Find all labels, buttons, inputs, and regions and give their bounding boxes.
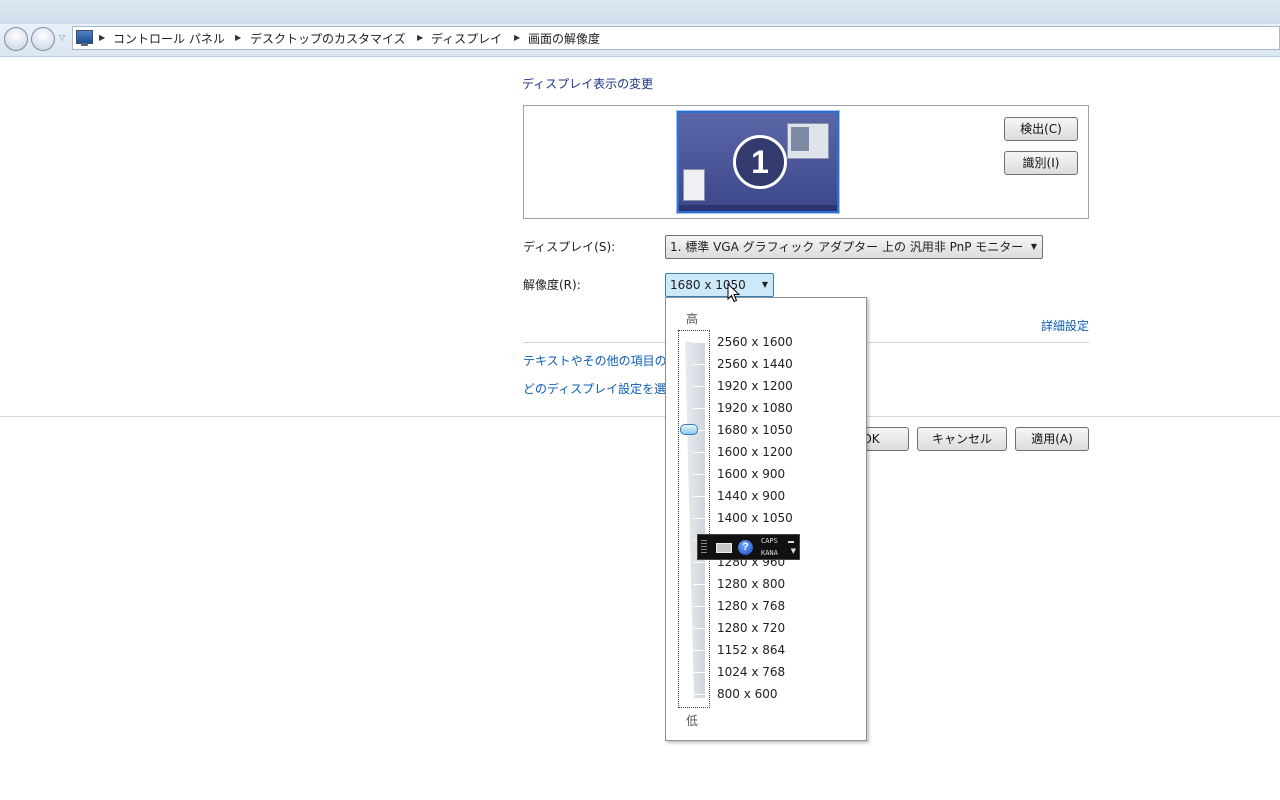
resolution-dropdown[interactable]: 高 2560 x 1600 2560 x 1440 1920 x 1200 1920 … <box>665 297 867 741</box>
chevron-down-icon[interactable]: ▼ <box>791 547 796 555</box>
window-top-strip <box>0 0 1280 24</box>
slider-tick <box>693 584 705 585</box>
slider-tick <box>693 562 705 563</box>
slider-tick <box>693 386 705 387</box>
address-bar[interactable]: ▶ コントロール パネル ▶ デスクトップのカスタマイズ ▶ ディスプレイ ▶ … <box>72 26 1280 50</box>
resolution-select[interactable]: 1680 x 1050 ▼ <box>665 273 774 297</box>
identify-button[interactable]: 識別(I) <box>1004 151 1078 175</box>
slider-tick <box>693 694 705 695</box>
chevron-down-icon: ▼ <box>1030 242 1037 251</box>
breadcrumb-screen-resolution[interactable]: 画面の解像度 <box>528 30 600 47</box>
recent-pages-chevron-icon[interactable]: ▽ <box>59 33 65 42</box>
breadcrumb-control-panel[interactable]: コントロール パネル <box>113 30 225 47</box>
caps-indicator: CAPS <box>761 537 778 545</box>
chevron-right-icon[interactable]: ▶ <box>514 33 520 42</box>
divider <box>0 416 1280 417</box>
display-select-value: 1. 標準 VGA グラフィック アダプター 上の 汎用非 PnP モニター <box>670 240 1024 254</box>
slider-tick <box>693 342 705 343</box>
resolution-option[interactable]: 800 x 600 <box>717 683 793 705</box>
help-icon[interactable]: ? <box>738 540 753 555</box>
resolution-option[interactable]: 1440 x 900 <box>717 485 793 507</box>
window-thumbnail-icon <box>787 123 829 159</box>
slider-tick <box>693 408 705 409</box>
cancel-button[interactable]: キャンセル <box>917 427 1007 451</box>
forward-button[interactable] <box>31 27 55 51</box>
low-label: 低 <box>686 714 699 728</box>
slider-tick <box>693 650 705 651</box>
resolution-list: 2560 x 1600 2560 x 1440 1920 x 1200 1920 x … <box>717 331 793 705</box>
window-thumbnail-icon <box>683 169 705 201</box>
control-panel-icon <box>76 30 93 46</box>
chevron-down-icon: ▼ <box>761 280 768 289</box>
chevron-right-icon[interactable]: ▶ <box>99 33 105 42</box>
page-title: ディスプレイ表示の変更 <box>522 77 654 91</box>
mouse-cursor-icon <box>727 283 741 303</box>
slider-tick <box>693 606 705 607</box>
monitor-1-thumbnail[interactable]: 1 <box>677 111 839 213</box>
resolution-label: 解像度(R): <box>523 278 581 292</box>
resolution-option[interactable]: 1920 x 1080 <box>717 397 793 419</box>
slider-tick <box>693 518 705 519</box>
display-select[interactable]: 1. 標準 VGA グラフィック アダプター 上の 汎用非 PnP モニター ▼ <box>665 235 1043 259</box>
resolution-option[interactable]: 1280 x 800 <box>717 573 793 595</box>
taskbar-thumbnail <box>679 205 837 211</box>
ime-language-bar[interactable]: ? CAPS KANA ▼ <box>697 534 800 560</box>
resolution-option[interactable]: 1024 x 768 <box>717 661 793 683</box>
detect-button[interactable]: 検出(C) <box>1004 117 1078 141</box>
chevron-right-icon[interactable]: ▶ <box>235 33 241 42</box>
slider-tick <box>693 364 705 365</box>
resolution-option[interactable]: 2560 x 1440 <box>717 353 793 375</box>
keyboard-icon[interactable] <box>716 543 732 553</box>
apply-button[interactable]: 適用(A) <box>1015 427 1089 451</box>
slider-tick <box>693 452 705 453</box>
chevron-right-icon[interactable]: ▶ <box>417 33 423 42</box>
high-label: 高 <box>686 312 699 326</box>
which-settings-link[interactable]: どのディスプレイ設定を選 <box>523 380 666 397</box>
display-preview-panel: 1 検出(C) 識別(I) <box>523 105 1089 219</box>
slider-tick <box>693 672 705 673</box>
resolution-option[interactable]: 1600 x 900 <box>717 463 793 485</box>
slider-tick <box>693 628 705 629</box>
monitor-number-badge: 1 <box>733 135 787 189</box>
minimize-icon[interactable] <box>788 541 794 543</box>
display-label: ディスプレイ(S): <box>523 240 616 254</box>
resolution-option[interactable]: 1920 x 1200 <box>717 375 793 397</box>
slider-tick <box>693 474 705 475</box>
resolution-option[interactable]: 1280 x 768 <box>717 595 793 617</box>
text-size-link[interactable]: テキストやその他の項目の <box>523 352 667 369</box>
resolution-option[interactable]: 1600 x 1200 <box>717 441 793 463</box>
back-button[interactable] <box>4 27 28 51</box>
kana-indicator: KANA <box>761 549 778 557</box>
resolution-option[interactable]: 1400 x 1050 <box>717 507 793 529</box>
navigation-bar: ▽ ▶ コントロール パネル ▶ デスクトップのカスタマイズ ▶ ディスプレイ … <box>0 24 1280 57</box>
resolution-option[interactable]: 1280 x 720 <box>717 617 793 639</box>
advanced-settings-link[interactable]: 詳細設定 <box>1041 317 1089 334</box>
resolution-option[interactable]: 1680 x 1050 <box>717 419 793 441</box>
grip-handle-icon[interactable] <box>701 540 707 554</box>
breadcrumb-desktop-customize[interactable]: デスクトップのカスタマイズ <box>250 30 406 47</box>
resolution-option[interactable]: 1152 x 864 <box>717 639 793 661</box>
resolution-option[interactable]: 2560 x 1600 <box>717 331 793 353</box>
slider-tick <box>693 496 705 497</box>
resolution-slider-thumb[interactable] <box>680 424 698 435</box>
breadcrumb-display[interactable]: ディスプレイ <box>431 30 502 47</box>
